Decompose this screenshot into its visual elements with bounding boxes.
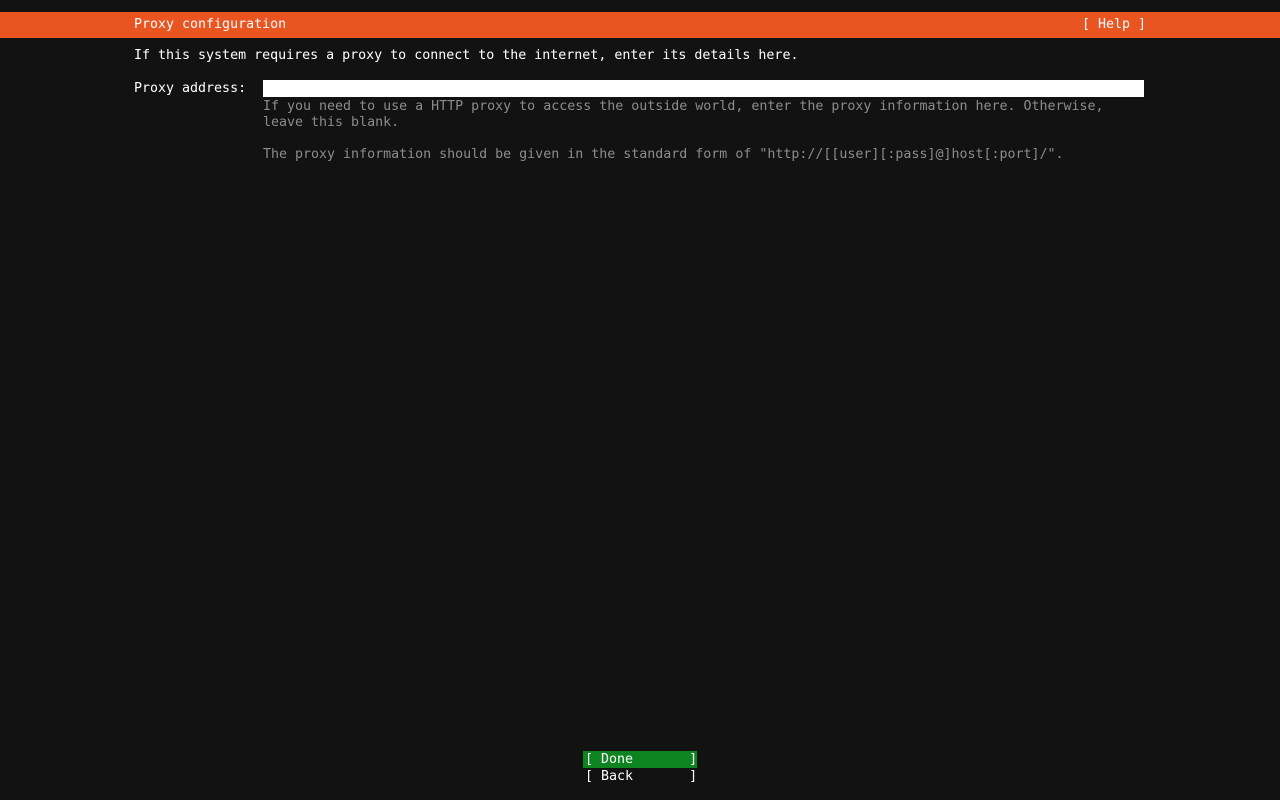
proxy-address-input[interactable]: [263, 80, 1144, 97]
instruction-text: If this system requires a proxy to conne…: [134, 48, 798, 64]
back-button[interactable]: [ Back ]: [583, 768, 697, 785]
proxy-address-label: Proxy address:: [134, 80, 246, 97]
help-button[interactable]: [ Help ]: [1082, 12, 1146, 38]
help-line: [263, 131, 1104, 147]
footer-buttons: [ Done ] [ Back ]: [583, 751, 697, 785]
help-line: The proxy information should be given in…: [263, 147, 1104, 163]
help-line: leave this blank.: [263, 115, 1104, 131]
page-title: Proxy configuration: [134, 12, 286, 38]
proxy-configuration-screen: Proxy configuration [ Help ] If this sys…: [0, 0, 1280, 800]
field-help-text: If you need to use a HTTP proxy to acces…: [263, 99, 1104, 163]
done-button[interactable]: [ Done ]: [583, 751, 697, 768]
help-line: If you need to use a HTTP proxy to acces…: [263, 99, 1104, 115]
header-bar: Proxy configuration [ Help ]: [0, 12, 1280, 38]
